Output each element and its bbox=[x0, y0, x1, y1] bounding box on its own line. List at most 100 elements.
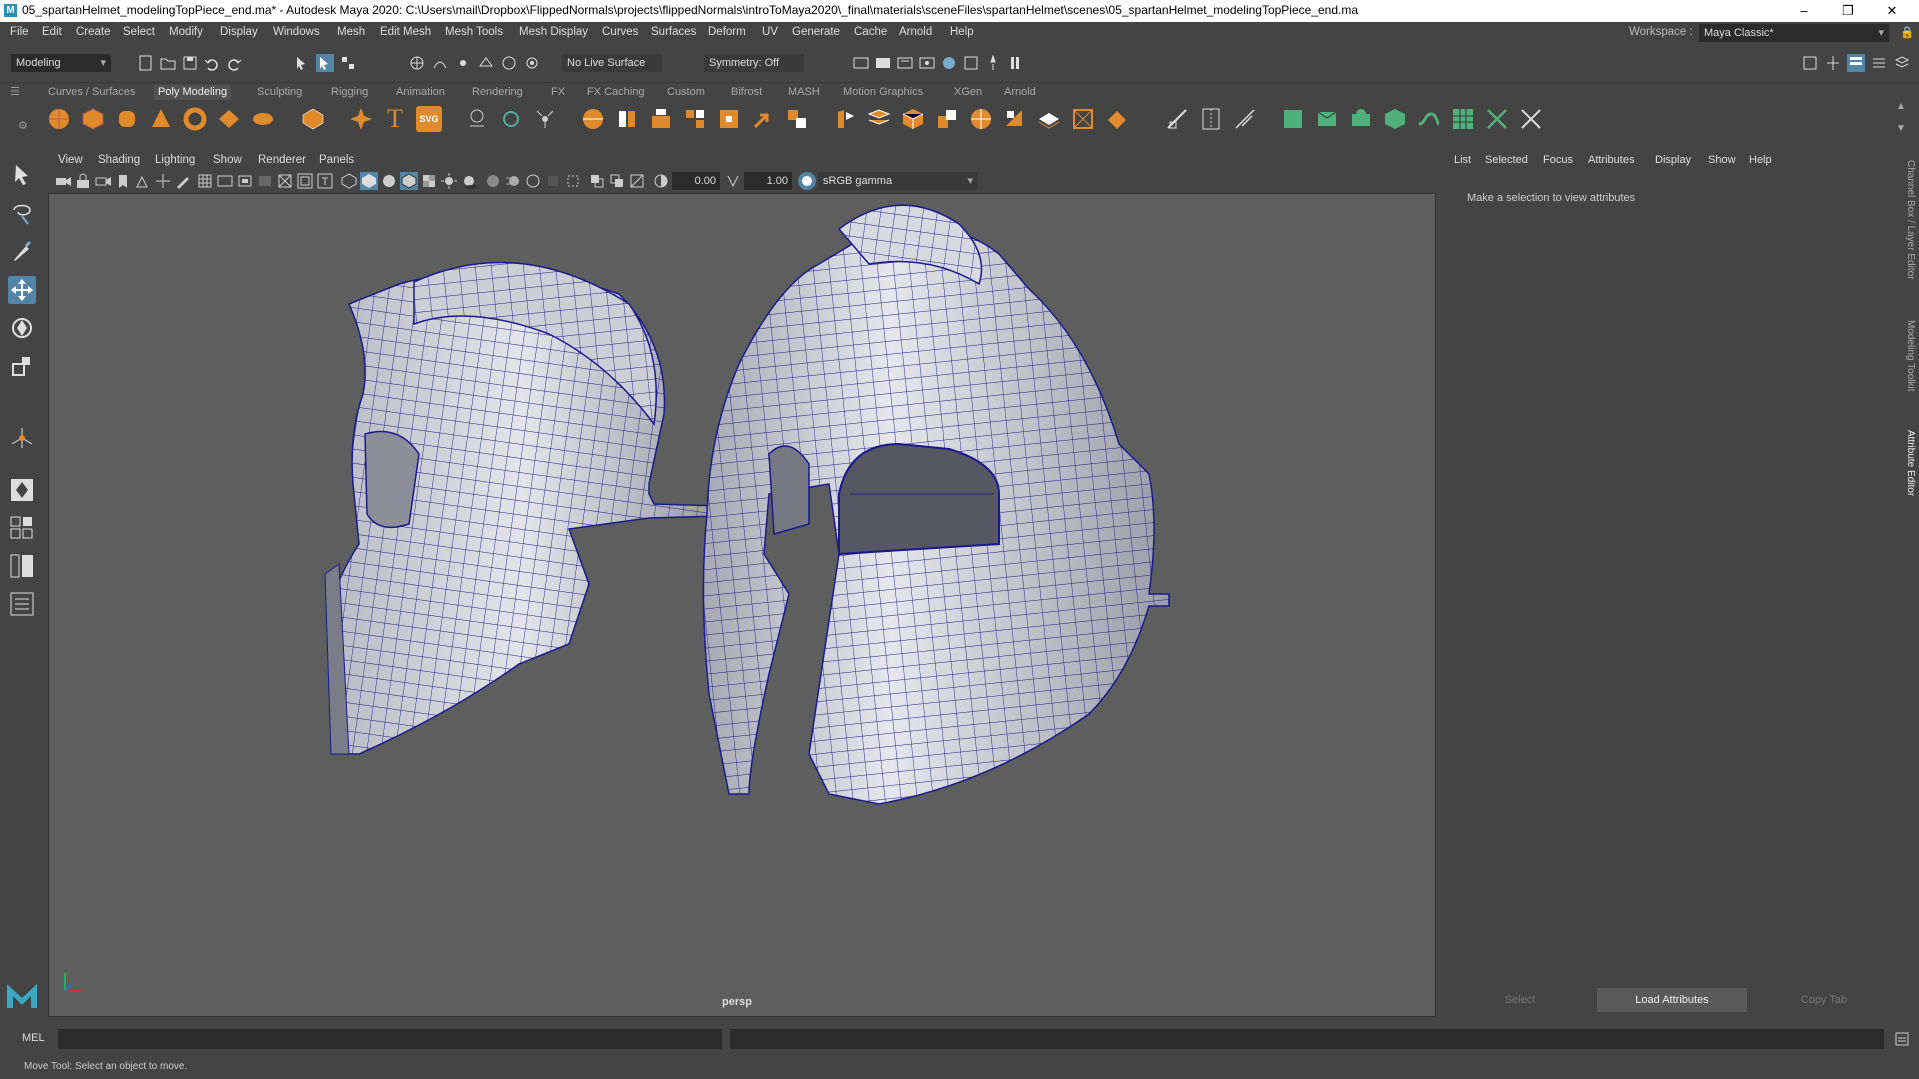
shelf-tab-curves-surfaces[interactable]: Curves / Surfaces bbox=[48, 85, 135, 100]
modeling-toolkit-toggle-icon[interactable] bbox=[1824, 54, 1842, 72]
edit-edge-flow-icon[interactable] bbox=[1232, 106, 1258, 132]
ae-menu-list[interactable]: List bbox=[1454, 154, 1471, 166]
collapse-icon[interactable] bbox=[1002, 106, 1028, 132]
resolution-gate-icon[interactable] bbox=[236, 172, 254, 190]
menu-windows[interactable]: Windows bbox=[273, 26, 320, 38]
extrude-icon[interactable] bbox=[750, 106, 776, 132]
motion-blur-icon[interactable] bbox=[504, 172, 522, 190]
type-tool-icon[interactable]: T bbox=[382, 106, 408, 132]
side-tab-channel-box[interactable]: Channel Box / Layer Editor bbox=[1905, 160, 1916, 280]
xray-icon[interactable] bbox=[588, 172, 606, 190]
ipr-render-icon[interactable] bbox=[896, 54, 914, 72]
viewport-canvas[interactable] bbox=[49, 194, 1435, 1016]
channel-box-toggle-icon[interactable] bbox=[1801, 54, 1819, 72]
four-view-layout-icon[interactable] bbox=[8, 514, 36, 542]
grid-toggle-icon[interactable] bbox=[196, 172, 214, 190]
menuset-dropdown[interactable]: Modeling ▾ bbox=[11, 54, 111, 72]
render-view-icon[interactable] bbox=[962, 54, 980, 72]
shelf-tab-sculpting[interactable]: Sculpting bbox=[257, 85, 302, 100]
menu-uv[interactable]: UV bbox=[762, 26, 778, 38]
hypershade-icon[interactable] bbox=[940, 54, 958, 72]
scale-tool-icon[interactable] bbox=[8, 352, 36, 380]
uv-editor-icon[interactable] bbox=[1416, 106, 1442, 132]
render-settings-icon[interactable] bbox=[918, 54, 936, 72]
conform-icon[interactable] bbox=[1070, 106, 1096, 132]
ae-menu-focus[interactable]: Focus bbox=[1543, 154, 1573, 166]
rotate-tool-icon[interactable] bbox=[8, 314, 36, 342]
field-chart-icon[interactable] bbox=[276, 172, 294, 190]
render-current-frame-icon[interactable] bbox=[852, 54, 870, 72]
poly-cylinder-icon[interactable] bbox=[114, 106, 140, 132]
ae-copy-tab-button[interactable]: Copy Tab bbox=[1749, 988, 1899, 1012]
layer-editor-toggle-icon[interactable] bbox=[1893, 54, 1911, 72]
restore-button[interactable]: ❐ bbox=[1826, 0, 1870, 22]
move-tool-icon[interactable] bbox=[8, 276, 36, 304]
viewport-menu-renderer[interactable]: Renderer bbox=[258, 154, 306, 166]
shelf-tab-fx[interactable]: FX bbox=[551, 85, 565, 100]
menu-mesh-tools[interactable]: Mesh Tools bbox=[445, 26, 503, 38]
spherical-mapping-icon[interactable] bbox=[1348, 106, 1374, 132]
script-editor-icon[interactable] bbox=[1893, 1030, 1911, 1048]
bridge-icon[interactable] bbox=[682, 106, 708, 132]
workspace-dropdown[interactable]: Maya Classic* ▾ bbox=[1699, 24, 1889, 42]
sculpt-tool-icon[interactable] bbox=[464, 106, 490, 132]
smooth-shade-icon[interactable] bbox=[360, 172, 378, 190]
multi-cut-icon[interactable] bbox=[900, 106, 926, 132]
snap-grid-icon[interactable] bbox=[408, 54, 426, 72]
combine-icon[interactable] bbox=[498, 106, 524, 132]
multisample-aa-icon[interactable] bbox=[524, 172, 542, 190]
menu-display[interactable]: Display bbox=[220, 26, 258, 38]
live-surface-field[interactable]: No Live Surface bbox=[562, 54, 662, 72]
menu-select[interactable]: Select bbox=[123, 26, 155, 38]
snap-curve-icon[interactable] bbox=[431, 54, 449, 72]
cylindrical-mapping-icon[interactable] bbox=[1314, 106, 1340, 132]
tool-settings-toggle-icon[interactable] bbox=[1870, 54, 1888, 72]
menu-arnold[interactable]: Arnold bbox=[899, 26, 932, 38]
viewport-menu-show[interactable]: Show bbox=[213, 154, 242, 166]
exposure-field[interactable]: 0.00 bbox=[672, 172, 720, 190]
super-shape-icon[interactable] bbox=[348, 106, 374, 132]
spartan-helmet-front-mesh[interactable] bbox=[702, 204, 1170, 805]
smooth-icon[interactable] bbox=[614, 106, 640, 132]
target-weld-icon[interactable] bbox=[934, 106, 960, 132]
poly-cube-icon[interactable] bbox=[80, 106, 106, 132]
screen-space-ao-icon[interactable] bbox=[484, 172, 502, 190]
bookmarks-icon[interactable] bbox=[114, 172, 132, 190]
snap-point-icon[interactable] bbox=[454, 54, 472, 72]
shelf-tab-rendering[interactable]: Rendering bbox=[472, 85, 523, 100]
color-management-icon[interactable] bbox=[798, 172, 816, 190]
fill-hole-icon[interactable] bbox=[784, 106, 810, 132]
wireframe-on-shaded-icon[interactable] bbox=[400, 172, 418, 190]
light-editor-icon[interactable] bbox=[984, 54, 1002, 72]
separate-icon[interactable] bbox=[532, 106, 558, 132]
shelf-tab-bifrost[interactable]: Bifrost bbox=[731, 85, 762, 100]
safe-title-icon[interactable] bbox=[316, 172, 334, 190]
shelf-settings-icon[interactable]: ⚙ bbox=[18, 119, 28, 134]
make-live-icon[interactable] bbox=[523, 54, 541, 72]
xray-active-components-icon[interactable] bbox=[608, 172, 626, 190]
shelf-tab-mash[interactable]: MASH bbox=[788, 85, 820, 100]
append-polygon-icon[interactable] bbox=[832, 106, 858, 132]
isolate-select-icon[interactable] bbox=[564, 172, 582, 190]
attribute-editor-toggle-icon[interactable] bbox=[1847, 54, 1865, 72]
poly-cone-icon[interactable] bbox=[148, 106, 174, 132]
ae-load-attributes-button[interactable]: Load Attributes bbox=[1597, 988, 1747, 1012]
shelf-options-icon[interactable]: ☰ bbox=[10, 85, 20, 100]
automatic-mapping-icon[interactable] bbox=[1382, 106, 1408, 132]
menu-create[interactable]: Create bbox=[76, 26, 111, 38]
safe-action-icon[interactable] bbox=[296, 172, 314, 190]
ae-menu-help[interactable]: Help bbox=[1749, 154, 1772, 166]
viewport-menu-view[interactable]: View bbox=[58, 154, 83, 166]
menu-surfaces[interactable]: Surfaces bbox=[651, 26, 696, 38]
shelf-tab-rigging[interactable]: Rigging bbox=[331, 85, 368, 100]
use-all-lights-icon[interactable] bbox=[440, 172, 458, 190]
svg-tool-icon[interactable]: SVG bbox=[416, 106, 442, 132]
viewport-menu-lighting[interactable]: Lighting bbox=[155, 154, 195, 166]
shelf-tab-motion-graphics[interactable]: Motion Graphics bbox=[843, 85, 923, 100]
menu-mesh[interactable]: Mesh bbox=[337, 26, 365, 38]
undo-icon[interactable] bbox=[203, 54, 221, 72]
default-material-icon[interactable] bbox=[380, 172, 398, 190]
redo-icon[interactable] bbox=[225, 54, 243, 72]
command-input[interactable] bbox=[58, 1029, 722, 1049]
shelf-tab-custom[interactable]: Custom bbox=[667, 85, 705, 100]
